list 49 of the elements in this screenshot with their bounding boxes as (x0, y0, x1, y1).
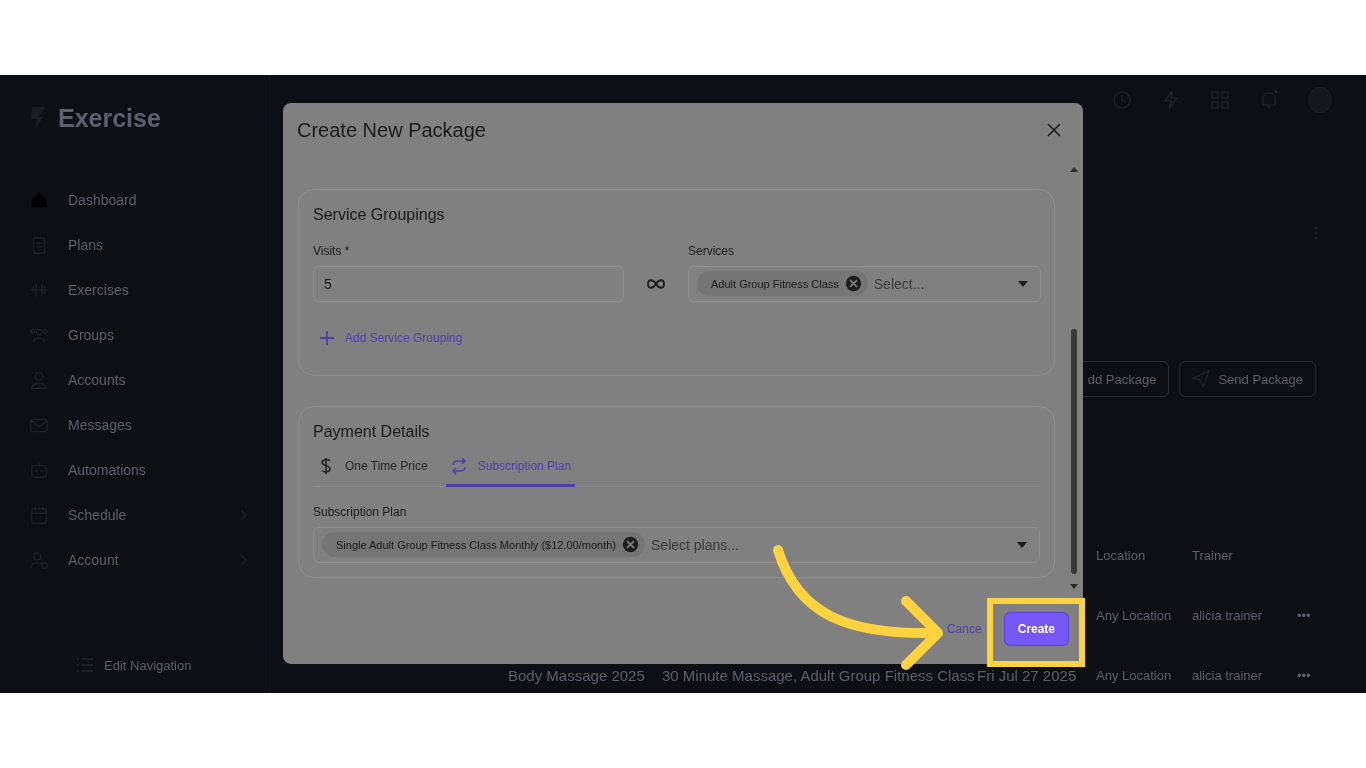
row-menu-button[interactable]: ••• (1297, 597, 1337, 633)
sidebar-item[interactable]: Plans (28, 232, 248, 258)
edit-navigation-link[interactable]: Edit Navigation (76, 657, 269, 673)
table-cell-text: Body Massage 2025 (508, 665, 646, 686)
table-cell-text: Fri Jul 27 2025 (977, 665, 1078, 686)
select-placeholder: Select plans... (651, 536, 740, 553)
sidebar-item[interactable]: Dashboard (28, 187, 248, 213)
column-header: Trainer (1192, 546, 1234, 565)
dropdown-caret-icon[interactable] (1017, 541, 1027, 548)
table-cell-text: 30 Minute Massage, Adult Group Fitness Class (662, 665, 976, 686)
select-placeholder: Select... (873, 275, 926, 292)
services-select[interactable]: Adult Group Fitness Class Select... (688, 265, 1041, 302)
sidebar-item[interactable]: Automations (28, 457, 248, 483)
sidebar-item[interactable]: Exercises (28, 277, 248, 303)
service-chip: Adult Group Fitness Class (697, 271, 868, 297)
subscription-plan-select[interactable]: Single Adult Group Fitness Class Monthly ($12.00/month) Select plans... (313, 526, 1040, 563)
table-cell-text: alicia trainer (1192, 606, 1264, 625)
visits-input[interactable]: 5 (313, 265, 624, 302)
sidebar-item[interactable]: Groups (28, 322, 248, 348)
package-action-button[interactable]: Send Package (1179, 361, 1316, 397)
plan-chip: Single Adult Group Fitness Class Monthly ($12.00/month) (322, 532, 646, 558)
app-logo: Exercise (58, 103, 161, 133)
table-cell-text: Any Location (1096, 606, 1173, 625)
field-label: Services (688, 242, 735, 260)
payment-tab[interactable]: Subscription Plan (445, 448, 576, 487)
field-label: Visits * (313, 242, 351, 260)
sidebar-item[interactable]: Messages (28, 412, 248, 438)
sidebar-item[interactable]: Account (28, 547, 248, 573)
column-header: Location (1096, 546, 1147, 565)
section-title: Service Groupings (313, 204, 446, 225)
remove-chip-icon[interactable] (844, 275, 862, 293)
create-button[interactable]: Create (1003, 612, 1069, 646)
table-cell-text: Any Location (1096, 666, 1173, 685)
cancel-button[interactable]: Cance (946, 622, 982, 636)
table-cell-text: alicia trainer (1192, 666, 1264, 685)
add-service-grouping-link[interactable]: Add Service Grouping (319, 329, 463, 346)
dropdown-caret-icon[interactable] (1018, 280, 1028, 287)
close-icon[interactable] (1047, 123, 1061, 138)
infinity-icon[interactable] (646, 277, 666, 290)
payment-tab[interactable]: One Time Price (313, 448, 432, 487)
plus-icon (319, 329, 335, 346)
sidebar-item[interactable]: Schedule (28, 502, 248, 528)
sidebar-item[interactable]: Accounts (28, 367, 248, 393)
row-menu-button[interactable]: ••• (1297, 657, 1337, 693)
section-title: Payment Details (313, 421, 431, 442)
field-label: Subscription Plan (313, 503, 408, 521)
remove-chip-icon[interactable] (622, 536, 640, 554)
dialog-title: Create New Package (297, 119, 486, 142)
repeat-icon (449, 457, 468, 476)
